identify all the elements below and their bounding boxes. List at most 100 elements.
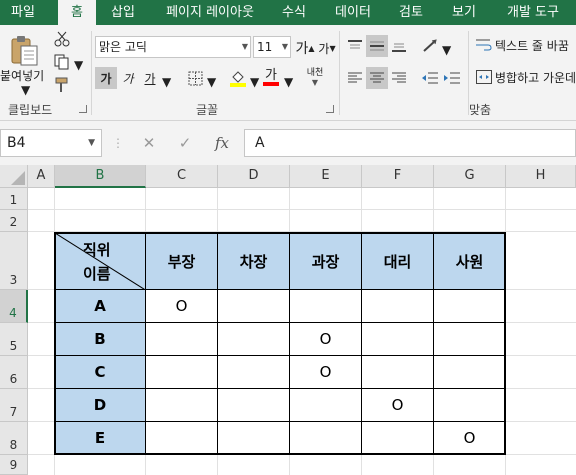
- font-size-select[interactable]: 11 ▼: [253, 36, 291, 58]
- tab-insert[interactable]: 삽입: [100, 0, 146, 25]
- orientation-dropdown-icon[interactable]: ▼: [442, 43, 451, 57]
- borders-icon[interactable]: [184, 67, 206, 89]
- underline-button[interactable]: 가: [140, 67, 160, 89]
- underline-dropdown-icon[interactable]: ▼: [162, 75, 171, 89]
- paste-button[interactable]: [4, 33, 44, 67]
- formula-input[interactable]: A: [244, 129, 576, 157]
- tab-formulas[interactable]: 수식: [272, 0, 316, 25]
- copy-dropdown-icon[interactable]: ▼: [74, 58, 83, 72]
- more-options-icon[interactable]: ⋮: [112, 129, 124, 157]
- table-cell[interactable]: [433, 289, 506, 323]
- tab-page-layout[interactable]: 페이지 레이아웃: [156, 0, 264, 25]
- column-header-b[interactable]: B: [55, 165, 146, 188]
- column-header-f[interactable]: F: [362, 165, 434, 188]
- align-top-icon[interactable]: [345, 35, 365, 57]
- paste-label[interactable]: 붙여넣기: [0, 67, 44, 84]
- tab-developer[interactable]: 개발 도구: [498, 0, 568, 25]
- row-header-8[interactable]: 8: [0, 422, 28, 455]
- column-header-h[interactable]: H: [506, 165, 576, 188]
- table-cell[interactable]: O: [145, 289, 218, 323]
- orientation-icon[interactable]: [420, 35, 440, 57]
- align-middle-icon[interactable]: [366, 35, 388, 57]
- tab-file[interactable]: 파일: [0, 0, 46, 25]
- table-cell[interactable]: O: [433, 421, 506, 455]
- table-cell[interactable]: [145, 322, 218, 356]
- table-cell[interactable]: [217, 355, 290, 389]
- row-header-2[interactable]: 2: [0, 210, 28, 232]
- table-cell[interactable]: [217, 289, 290, 323]
- table-cell[interactable]: [433, 322, 506, 356]
- column-header-g[interactable]: G: [434, 165, 506, 188]
- name-cell[interactable]: C: [54, 355, 146, 389]
- table-cell[interactable]: [217, 421, 290, 455]
- align-right-icon[interactable]: [389, 67, 409, 89]
- row-header-1[interactable]: 1: [0, 188, 28, 210]
- grow-font-button[interactable]: 가 ▲: [294, 37, 316, 59]
- table-cell[interactable]: O: [361, 388, 434, 422]
- font-color-dropdown-icon[interactable]: ▼: [284, 75, 293, 89]
- column-header-d[interactable]: D: [218, 165, 290, 188]
- row-header-4[interactable]: 4: [0, 290, 28, 323]
- row-header-6[interactable]: 6: [0, 356, 28, 389]
- merge-center-icon[interactable]: [475, 68, 493, 86]
- table-corner-cell[interactable]: 직위 이름: [54, 232, 147, 291]
- table-cell[interactable]: [289, 289, 362, 323]
- fill-color-icon[interactable]: [226, 67, 250, 89]
- italic-button[interactable]: 가: [118, 67, 138, 89]
- wrap-text-button[interactable]: 텍스트 줄 바꿈: [495, 37, 569, 54]
- table-cell[interactable]: [289, 421, 362, 455]
- name-cell[interactable]: B: [54, 322, 146, 356]
- wrap-text-icon[interactable]: [475, 36, 493, 54]
- table-cell[interactable]: [289, 388, 362, 422]
- table-cell[interactable]: [361, 355, 434, 389]
- select-all-button[interactable]: [0, 165, 28, 188]
- table-cell[interactable]: O: [289, 322, 362, 356]
- cut-icon[interactable]: [52, 29, 72, 49]
- tab-data[interactable]: 데이터: [326, 0, 380, 25]
- column-header-a[interactable]: A: [28, 165, 55, 188]
- copy-icon[interactable]: [52, 52, 72, 72]
- clipboard-launcher-icon[interactable]: [79, 105, 87, 113]
- row-header-3[interactable]: 3: [0, 232, 28, 290]
- table-cell[interactable]: [361, 421, 434, 455]
- insert-function-icon[interactable]: fx: [208, 129, 236, 157]
- font-color-button[interactable]: 가: [260, 67, 282, 89]
- tab-view[interactable]: 보기: [442, 0, 486, 25]
- increase-indent-icon[interactable]: [442, 67, 462, 89]
- table-cell[interactable]: [433, 388, 506, 422]
- fill-color-dropdown-icon[interactable]: ▼: [250, 75, 259, 89]
- phonetic-button[interactable]: 내천 ▼: [302, 65, 328, 91]
- bold-button[interactable]: 가: [95, 67, 117, 89]
- decrease-indent-icon[interactable]: [420, 67, 440, 89]
- borders-dropdown-icon[interactable]: ▼: [207, 75, 216, 89]
- cancel-icon[interactable]: ✕: [136, 129, 162, 157]
- name-cell[interactable]: E: [54, 421, 146, 455]
- table-cell[interactable]: O: [289, 355, 362, 389]
- table-cell[interactable]: [145, 388, 218, 422]
- font-name-select[interactable]: 맑은 고딕 ▼: [95, 36, 251, 58]
- tab-review[interactable]: 검토: [390, 0, 432, 25]
- format-painter-icon[interactable]: [52, 75, 72, 95]
- table-cell[interactable]: [433, 355, 506, 389]
- table-cell[interactable]: [145, 421, 218, 455]
- tab-home[interactable]: 홈: [58, 0, 96, 26]
- align-center-icon[interactable]: [366, 67, 388, 89]
- table-cell[interactable]: [361, 322, 434, 356]
- header-cell[interactable]: 대리: [361, 232, 434, 290]
- column-header-e[interactable]: E: [290, 165, 362, 188]
- align-left-icon[interactable]: [345, 67, 365, 89]
- align-bottom-icon[interactable]: [389, 35, 409, 57]
- enter-icon[interactable]: ✓: [172, 129, 198, 157]
- font-launcher-icon[interactable]: [326, 105, 334, 113]
- header-cell[interactable]: 부장: [145, 232, 218, 290]
- header-cell[interactable]: 과장: [289, 232, 362, 290]
- name-cell[interactable]: A: [54, 289, 146, 323]
- row-header-5[interactable]: 5: [0, 323, 28, 356]
- name-cell[interactable]: D: [54, 388, 146, 422]
- merge-center-button[interactable]: 병합하고 가운데: [495, 69, 576, 86]
- shrink-font-button[interactable]: 가 ▼: [316, 37, 338, 59]
- paste-dropdown-icon[interactable]: ▼: [21, 83, 30, 97]
- table-cell[interactable]: [217, 322, 290, 356]
- column-header-c[interactable]: C: [146, 165, 218, 188]
- header-cell[interactable]: 사원: [433, 232, 506, 290]
